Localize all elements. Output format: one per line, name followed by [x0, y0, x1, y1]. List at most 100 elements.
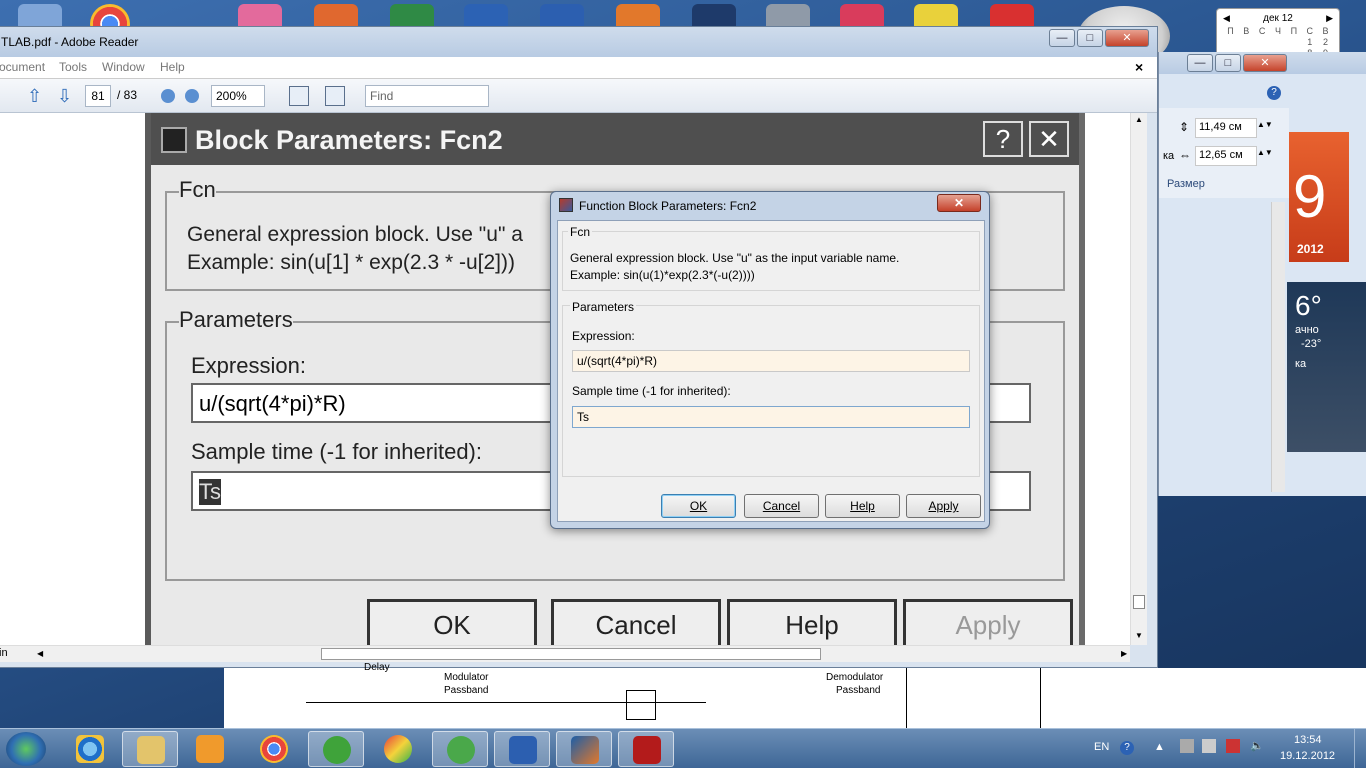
help-button-label: Help [850, 499, 875, 513]
calendar-prev-icon[interactable]: ◀ [1223, 13, 1230, 24]
horizontal-scrollbar[interactable]: in ◀ ▶ [0, 645, 1130, 662]
page-down-icon[interactable]: ⇩ [57, 86, 77, 106]
clock-date[interactable]: 19.12.2012 [1280, 750, 1335, 762]
flag-icon[interactable] [1180, 739, 1194, 753]
scan-help-button: Help [727, 599, 897, 645]
sample-time-input[interactable]: Ts [572, 406, 970, 428]
help-icon[interactable]: ? [1267, 86, 1281, 100]
apply-button-label: Apply [928, 499, 959, 513]
scan-expression-label: Expression: [191, 353, 306, 378]
scroll-down-icon[interactable]: ▼ [1135, 631, 1143, 640]
ok-button-label: OK [689, 499, 708, 513]
taskbar-media[interactable] [182, 731, 238, 767]
scrollbar[interactable] [1271, 202, 1285, 492]
scope-block[interactable] [626, 690, 656, 720]
size-panel: ⇕ 11,49 см ▲▼ ка ⇔ 12,65 см ▲▼ Размер [1159, 108, 1289, 198]
ok-button[interactable]: OK [661, 494, 736, 518]
status-left: in [0, 647, 8, 659]
calendar-day[interactable]: 1 [1302, 37, 1317, 47]
taskbar-app-colorful[interactable] [370, 731, 426, 767]
reader-titlebar: TLAB.pdf - Adobe Reader — □ ✕ [0, 27, 1157, 57]
taskbar-explorer[interactable] [122, 731, 178, 767]
reader-close-button[interactable]: ✕ [1105, 29, 1149, 47]
expression-input[interactable]: u/(sqrt(4*pi)*R) [572, 350, 970, 372]
taskbar-ie[interactable] [62, 731, 118, 767]
menu-document[interactable]: ocument [0, 60, 45, 74]
volume-icon[interactable]: 🔈 [1250, 739, 1264, 752]
reader-title: TLAB.pdf - Adobe Reader [1, 35, 139, 49]
taskbar-word[interactable] [494, 731, 550, 767]
calendar-next-icon[interactable]: ▶ [1326, 13, 1333, 24]
page-number-input[interactable]: 81 [85, 85, 111, 107]
simulink-model-area: Delay Modulator Passband Demodulator Pas… [224, 662, 1366, 728]
zoom-select[interactable]: 200% [211, 85, 265, 107]
weather-gadget: 6° ачно -23° ка [1287, 282, 1366, 452]
scroll-left-icon[interactable]: ◀ [37, 649, 43, 658]
calendar-day[interactable]: 2 [1318, 37, 1333, 47]
zoom-out-icon[interactable] [161, 89, 175, 103]
reader-maximize-button[interactable]: □ [1077, 29, 1103, 47]
menu-tools[interactable]: Tools [59, 60, 87, 74]
scroll-up-icon[interactable]: ▲ [1135, 115, 1143, 124]
height-spin-icon[interactable]: ▲▼ [1257, 120, 1273, 129]
width-field[interactable]: 12,65 см [1195, 146, 1257, 166]
calendar-day-header: С [1258, 26, 1266, 36]
media-icon [196, 735, 224, 763]
dialog-body: Fcn General expression block. Use "u" as… [557, 220, 985, 522]
menu-help[interactable]: Help [160, 60, 185, 74]
language-indicator[interactable]: EN [1094, 741, 1109, 753]
red-gadget: 9 2012 [1289, 132, 1349, 262]
vertical-scrollbar[interactable]: ▲ ▼ [1130, 113, 1147, 645]
fit-page-icon[interactable] [289, 86, 309, 106]
close-document-icon[interactable]: × [1135, 59, 1143, 75]
fit-width-icon[interactable] [325, 86, 345, 106]
taskbar-utorrent[interactable] [432, 731, 488, 767]
sample-time-label: Sample time (-1 for inherited): [572, 384, 731, 398]
reader-minimize-button[interactable]: — [1049, 29, 1075, 47]
taskbar-adobe-reader[interactable] [618, 731, 674, 767]
taskbar-chrome[interactable] [246, 731, 302, 767]
height-field[interactable]: 11,49 см [1195, 118, 1257, 138]
clock-time[interactable]: 13:54 [1294, 734, 1322, 746]
group-parameters-label: Parameters [570, 300, 637, 314]
find-input[interactable]: Find [365, 85, 489, 107]
scan-titlebar: Block Parameters: Fcn2 ? ✕ [151, 113, 1079, 165]
scan-title: Block Parameters: Fcn2 [195, 125, 503, 155]
show-desktop-button[interactable] [1354, 729, 1366, 768]
calendar-day-header: П [1290, 26, 1298, 36]
apply-button[interactable]: Apply [906, 494, 981, 518]
calendar-day-header: С [1306, 26, 1313, 36]
rwin-close-button[interactable]: ✕ [1243, 54, 1287, 72]
width-spin-icon[interactable]: ▲▼ [1257, 148, 1273, 157]
weather-temp: 6° [1295, 290, 1322, 321]
zoom-in-icon[interactable] [185, 89, 199, 103]
page-up-icon[interactable]: ⇧ [27, 86, 47, 106]
show-hidden-icons-icon[interactable]: ▲ [1154, 741, 1165, 753]
rwin-maximize-button[interactable]: □ [1215, 54, 1241, 72]
menu-window[interactable]: Window [102, 60, 145, 74]
network-icon[interactable] [1226, 739, 1240, 753]
background-window-right: — □ ✕ ? ⇕ 11,49 см ▲▼ ка ⇔ 12,65 см ▲▼ Р… [1158, 52, 1366, 496]
rwin-titlebar: — □ ✕ [1159, 52, 1366, 74]
scroll-thumb[interactable] [1133, 595, 1145, 609]
cancel-button[interactable]: Cancel [744, 494, 819, 518]
taskbar-matlab[interactable] [556, 731, 612, 767]
hscroll-thumb[interactable] [321, 648, 821, 660]
function-block-parameters-dialog: Function Block Parameters: Fcn2 ✕ Fcn Ge… [550, 191, 990, 529]
start-button[interactable] [6, 732, 46, 766]
dialog-close-button[interactable]: ✕ [937, 194, 981, 212]
scan-ok-button: OK [367, 599, 537, 645]
word-icon [509, 736, 537, 764]
signal-line [906, 668, 907, 728]
size-ka-label: ка [1163, 150, 1175, 162]
help-tray-icon[interactable]: ? [1120, 741, 1134, 755]
taskbar: EN ? ▲ 🔈 13:54 19.12.2012 [0, 728, 1366, 768]
help-button[interactable]: Help [825, 494, 900, 518]
folder-icon [137, 736, 165, 764]
rwin-minimize-button[interactable]: — [1187, 54, 1213, 72]
taskbar-mail[interactable] [308, 731, 364, 767]
scroll-right-icon[interactable]: ▶ [1121, 649, 1127, 658]
device-icon[interactable] [1202, 739, 1216, 753]
signal-line [1040, 668, 1041, 728]
weather-low: -23° [1301, 338, 1322, 350]
